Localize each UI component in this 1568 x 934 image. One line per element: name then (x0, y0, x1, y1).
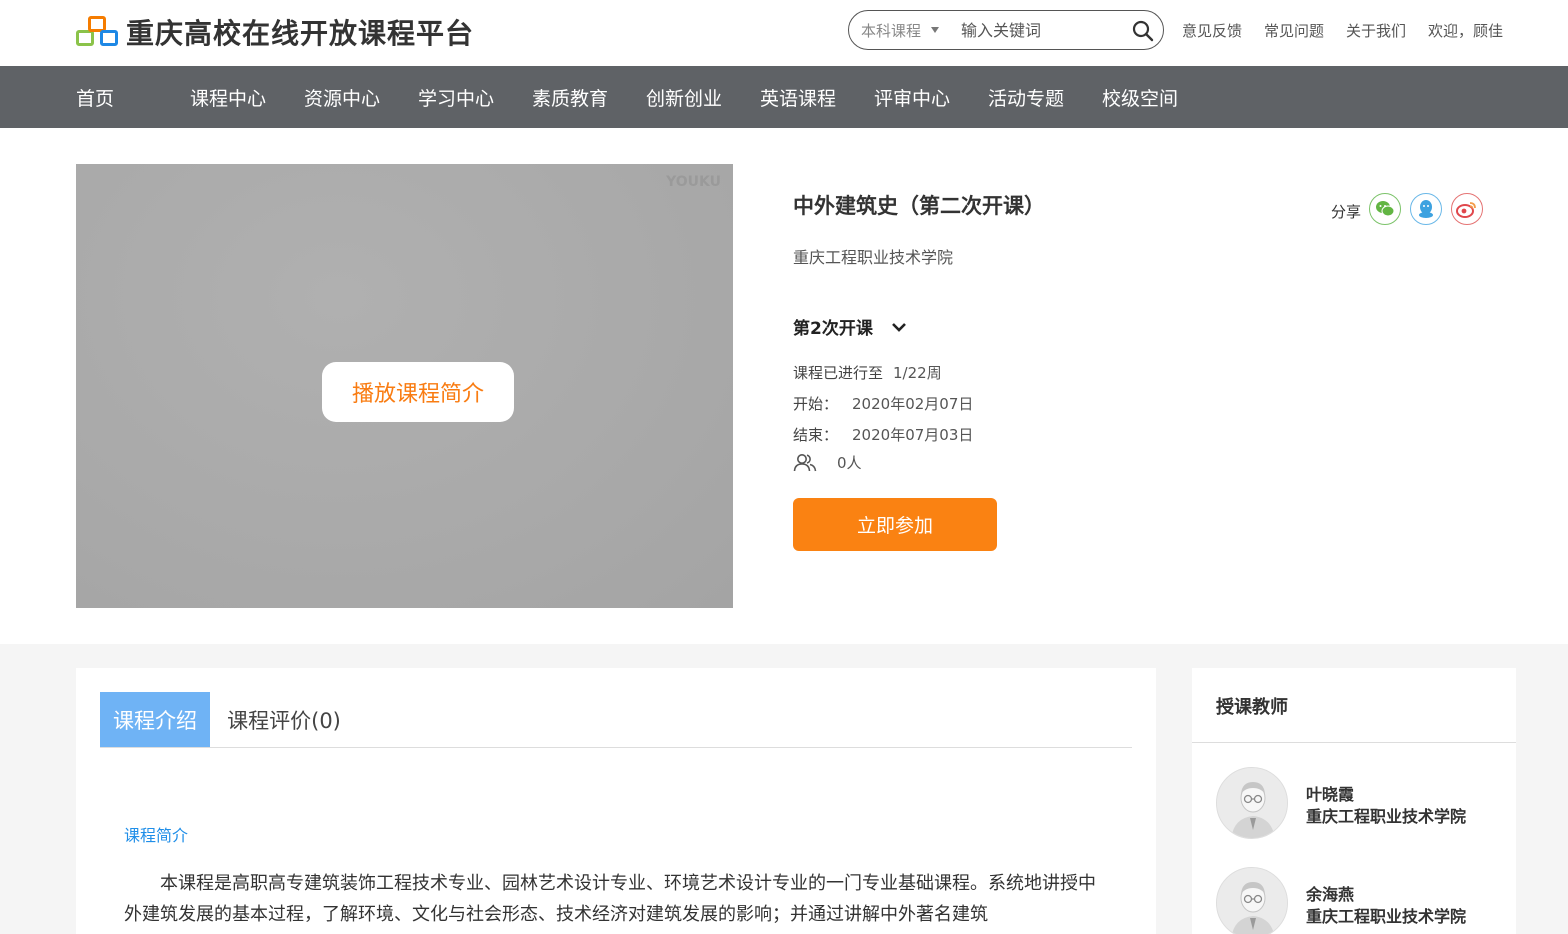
end-row: 结束： 2020年07月03日 (793, 424, 973, 445)
course-tabs: 课程介绍 课程评价(0) (100, 692, 1132, 748)
nav-item-quality-edu[interactable]: 素质教育 (532, 84, 608, 111)
intro-paragraph: 本课程是高职高专建筑装饰工程技术专业、园林艺术设计专业、环境艺术设计专业的一门专… (124, 873, 1096, 925)
nav-item-activities[interactable]: 活动专题 (988, 84, 1064, 111)
site-logo[interactable]: 重庆高校在线开放课程平台 (76, 12, 474, 52)
enrolled-count: 0人 (837, 454, 862, 472)
tab-course-intro[interactable]: 课程介绍 (100, 692, 210, 747)
faq-link[interactable]: 常见问题 (1264, 20, 1324, 41)
course-hero: YOUKU 播放课程简介 中外建筑史（第二次开课） 重庆工程职业技术学院 分享 (0, 128, 1568, 644)
teacher-item[interactable]: 余海燕 重庆工程职业技术学院 (1216, 867, 1506, 934)
share-label: 分享 (1331, 202, 1362, 221)
progress-value: 1/22周 (893, 364, 942, 382)
wechat-share-icon[interactable] (1369, 193, 1402, 225)
end-date: 2020年07月03日 (852, 426, 974, 444)
nav-item-courses[interactable]: 课程中心 (190, 84, 266, 111)
course-content-card: 课程介绍 课程评价(0) 课程简介 本课程是高职高专建筑装饰工程技术专业、园林艺… (76, 668, 1156, 934)
join-course-button[interactable]: 立即参加 (793, 498, 997, 551)
search-icon[interactable] (1131, 19, 1155, 43)
share-bar: 分享 (1331, 193, 1484, 225)
teacher-school: 重庆工程职业技术学院 (1306, 907, 1467, 926)
search-input[interactable] (961, 20, 1121, 40)
course-video-player[interactable]: YOUKU 播放课程简介 (76, 164, 733, 608)
main-nav: 首页 课程中心 资源中心 学习中心 素质教育 创新创业 英语课程 评审中心 活动… (0, 66, 1568, 128)
chevron-down-icon (891, 322, 906, 332)
weibo-share-icon[interactable] (1451, 193, 1484, 225)
nav-item-learning[interactable]: 学习中心 (418, 84, 494, 111)
nav-item-home[interactable]: 首页 (76, 84, 114, 111)
video-watermark: YOUKU (666, 174, 721, 190)
end-label: 结束： (793, 426, 839, 444)
tab-course-reviews[interactable]: 课程评价(0) (210, 692, 358, 747)
start-row: 开始： 2020年02月07日 (793, 393, 973, 414)
qq-share-icon[interactable] (1410, 193, 1443, 225)
teachers-card: 授课教师 叶晓霞 重庆工程职业技术学院 余海燕 重庆工程职业技术学院 (1192, 668, 1516, 934)
teacher-item[interactable]: 叶晓霞 重庆工程职业技术学院 (1216, 767, 1506, 839)
course-title: 中外建筑史（第二次开课） (793, 194, 1045, 218)
caret-down-icon (931, 27, 939, 33)
session-selector[interactable]: 第2次开课 (793, 314, 907, 339)
avatar (1216, 767, 1288, 839)
nav-item-english[interactable]: 英语课程 (760, 84, 836, 111)
about-link[interactable]: 关于我们 (1346, 20, 1406, 41)
feedback-link[interactable]: 意见反馈 (1182, 20, 1242, 41)
progress-label: 课程已进行至 (793, 364, 884, 382)
logo-text: 重庆高校在线开放课程平台 (126, 17, 475, 50)
user-welcome-link[interactable]: 欢迎，顾佳 (1428, 20, 1503, 41)
start-date: 2020年02月07日 (852, 395, 974, 413)
teacher-name: 叶晓霞 (1306, 785, 1355, 804)
users-icon (793, 453, 817, 471)
start-label: 开始： (793, 395, 839, 413)
search-box: 本科课程 (848, 10, 1164, 50)
avatar (1216, 867, 1288, 934)
enrolled-row: 0人 (793, 452, 862, 473)
top-header: 重庆高校在线开放课程平台 本科课程 意见反馈 常见问题 关于我们 欢迎，顾佳 (0, 0, 1568, 66)
progress-row: 课程已进行至 1/22周 (793, 362, 942, 383)
logo-mark-icon (76, 14, 120, 50)
nav-item-innovation[interactable]: 创新创业 (646, 84, 722, 111)
search-category-select[interactable]: 本科课程 (849, 20, 947, 41)
teacher-name: 余海燕 (1306, 885, 1355, 904)
top-links: 意见反馈 常见问题 关于我们 欢迎，顾佳 (1182, 20, 1503, 41)
intro-section-title: 课程简介 (124, 826, 189, 845)
nav-item-resources[interactable]: 资源中心 (304, 84, 380, 111)
course-school: 重庆工程职业技术学院 (793, 248, 954, 267)
nav-item-campus[interactable]: 校级空间 (1102, 84, 1178, 111)
session-label: 第2次开课 (793, 319, 873, 339)
teachers-title: 授课教师 (1216, 697, 1288, 718)
nav-item-review[interactable]: 评审中心 (874, 84, 950, 111)
teacher-school: 重庆工程职业技术学院 (1306, 807, 1467, 826)
teachers-header: 授课教师 (1192, 668, 1516, 743)
play-intro-button[interactable]: 播放课程简介 (322, 362, 514, 422)
search-category-label: 本科课程 (861, 21, 922, 40)
